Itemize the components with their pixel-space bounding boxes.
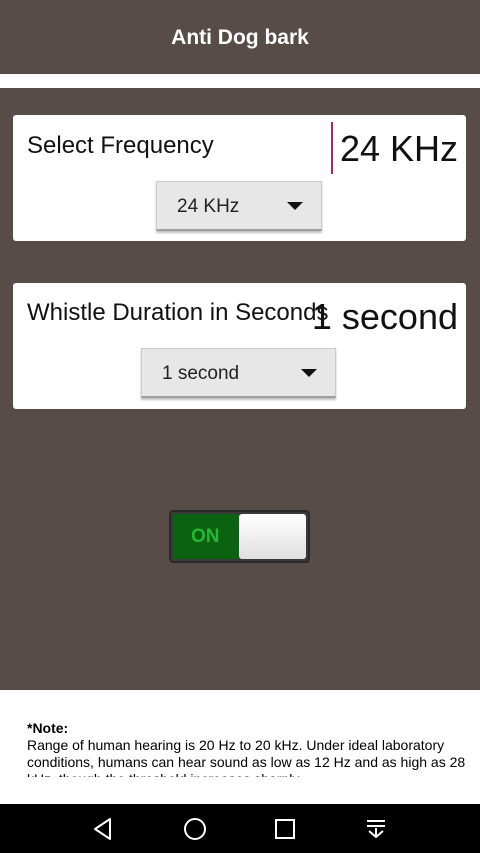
frequency-value-display: 24 KHz bbox=[339, 128, 458, 169]
note-panel: *Note: Range of human hearing is 20 Hz t… bbox=[0, 690, 480, 804]
whistle-toggle[interactable]: ON bbox=[169, 510, 310, 563]
duration-value-display: 1 second bbox=[311, 296, 458, 337]
duration-label: Whistle Duration in Seconds bbox=[27, 299, 329, 326]
text-cursor bbox=[331, 122, 333, 174]
app-bar-divider bbox=[0, 74, 480, 88]
system-navigation-bar bbox=[0, 804, 480, 853]
duration-dropdown[interactable]: 1 second bbox=[141, 348, 336, 398]
toggle-on-segment: ON bbox=[173, 514, 239, 559]
dropdown-arrow-icon bbox=[301, 369, 317, 377]
frequency-card: Select Frequency 24 KHz 24 KHz bbox=[13, 115, 466, 241]
recents-icon[interactable] bbox=[272, 816, 298, 842]
duration-card: Whistle Duration in Seconds 1 second 1 s… bbox=[13, 283, 466, 409]
app-title: Anti Dog bark bbox=[171, 26, 309, 49]
toggle-knob[interactable] bbox=[239, 514, 306, 559]
back-icon[interactable] bbox=[90, 816, 116, 842]
frequency-label: Select Frequency bbox=[27, 132, 214, 159]
frequency-dropdown-value: 24 KHz bbox=[177, 196, 240, 217]
toggle-on-label: ON bbox=[191, 526, 220, 547]
note-title: *Note: bbox=[27, 720, 69, 736]
home-icon[interactable] bbox=[182, 816, 208, 842]
notifications-pulldown-icon[interactable] bbox=[363, 816, 389, 842]
note-text: Range of human hearing is 20 Hz to 20 kH… bbox=[27, 737, 466, 777]
frequency-dropdown[interactable]: 24 KHz bbox=[156, 181, 322, 231]
duration-dropdown-value: 1 second bbox=[162, 363, 240, 384]
dropdown-arrow-icon bbox=[287, 202, 303, 210]
app-bar: Anti Dog bark bbox=[0, 0, 480, 74]
